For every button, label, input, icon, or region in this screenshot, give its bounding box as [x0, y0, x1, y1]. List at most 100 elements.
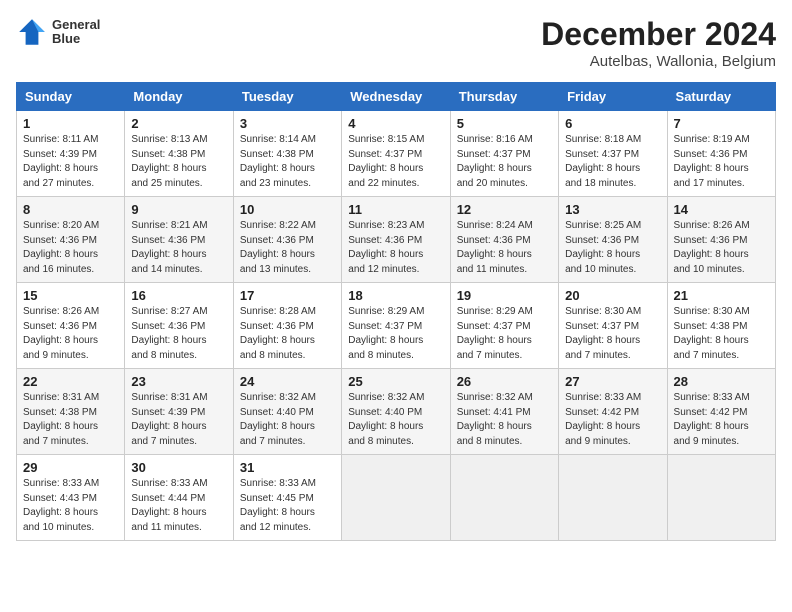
- calendar-cell: [559, 455, 667, 541]
- day-info: Sunrise: 8:14 AMSunset: 4:38 PMDaylight:…: [240, 133, 335, 191]
- calendar-cell: [342, 455, 450, 541]
- week-row-5: 29Sunrise: 8:33 AMSunset: 4:43 PMDayligh…: [17, 455, 776, 541]
- calendar-cell: 24 Sunrise: 8:32 AMSunset: 4:40 PMDayligh…: [233, 369, 341, 455]
- day-info: Sunrise: 8:33 AMSunset: 4:43 PMDaylight:…: [23, 477, 118, 535]
- day-info: Sunrise: 8:19 AMSunset: 4:36 PMDaylight:…: [674, 133, 769, 191]
- day-info: Sunrise: 8:30 AMSunset: 4:37 PMDaylight:…: [565, 305, 660, 363]
- calendar-cell: 14 Sunrise: 8:26 AMSunset: 4:36 PMDayligh…: [667, 197, 775, 283]
- logo-icon: [16, 16, 48, 48]
- week-row-2: 8 Sunrise: 8:20 AMSunset: 4:36 PMDaylight…: [17, 197, 776, 283]
- day-info: Sunrise: 8:32 AMSunset: 4:40 PMDaylight:…: [348, 391, 443, 449]
- calendar-cell: 28Sunrise: 8:33 AMSunset: 4:42 PMDayligh…: [667, 369, 775, 455]
- day-info: Sunrise: 8:25 AMSunset: 4:36 PMDaylight:…: [565, 219, 660, 277]
- day-info: Sunrise: 8:32 AMSunset: 4:40 PMDaylight:…: [240, 391, 335, 449]
- day-number: 21: [674, 288, 769, 303]
- weekday-header-thursday: Thursday: [450, 83, 558, 111]
- day-info: Sunrise: 8:15 AMSunset: 4:37 PMDaylight:…: [348, 133, 443, 191]
- day-info: Sunrise: 8:32 AMSunset: 4:41 PMDaylight:…: [457, 391, 552, 449]
- day-number: 26: [457, 374, 552, 389]
- day-number: 30: [131, 460, 226, 475]
- day-number: 1: [23, 116, 118, 131]
- day-info: Sunrise: 8:20 AMSunset: 4:36 PMDaylight:…: [23, 219, 118, 277]
- day-number: 15: [23, 288, 118, 303]
- day-number: 8: [23, 202, 118, 217]
- calendar-cell: 3Sunrise: 8:14 AMSunset: 4:38 PMDaylight…: [233, 111, 341, 197]
- calendar-cell: 2Sunrise: 8:13 AMSunset: 4:38 PMDaylight…: [125, 111, 233, 197]
- calendar-cell: 21 Sunrise: 8:30 AMSunset: 4:38 PMDayligh…: [667, 283, 775, 369]
- calendar-cell: 10 Sunrise: 8:22 AMSunset: 4:36 PMDayligh…: [233, 197, 341, 283]
- day-number: 23: [131, 374, 226, 389]
- calendar-cell: 30 Sunrise: 8:33 AMSunset: 4:44 PMDayligh…: [125, 455, 233, 541]
- logo: General Blue: [16, 16, 100, 48]
- calendar-cell: 7 Sunrise: 8:19 AMSunset: 4:36 PMDaylight…: [667, 111, 775, 197]
- day-number: 16: [131, 288, 226, 303]
- day-number: 20: [565, 288, 660, 303]
- day-number: 24: [240, 374, 335, 389]
- calendar-cell: 13Sunrise: 8:25 AMSunset: 4:36 PMDayligh…: [559, 197, 667, 283]
- weekday-header-tuesday: Tuesday: [233, 83, 341, 111]
- day-info: Sunrise: 8:33 AMSunset: 4:42 PMDaylight:…: [565, 391, 660, 449]
- day-info: Sunrise: 8:30 AMSunset: 4:38 PMDaylight:…: [674, 305, 769, 363]
- day-number: 25: [348, 374, 443, 389]
- calendar-cell: 27 Sunrise: 8:33 AMSunset: 4:42 PMDayligh…: [559, 369, 667, 455]
- calendar-cell: 8 Sunrise: 8:20 AMSunset: 4:36 PMDaylight…: [17, 197, 125, 283]
- weekday-header-monday: Monday: [125, 83, 233, 111]
- day-info: Sunrise: 8:11 AMSunset: 4:39 PMDaylight:…: [23, 133, 118, 191]
- calendar-cell: 6 Sunrise: 8:18 AMSunset: 4:37 PMDaylight…: [559, 111, 667, 197]
- calendar-cell: 26 Sunrise: 8:32 AMSunset: 4:41 PMDayligh…: [450, 369, 558, 455]
- calendar-cell: 22 Sunrise: 8:31 AMSunset: 4:38 PMDayligh…: [17, 369, 125, 455]
- day-info: Sunrise: 8:16 AMSunset: 4:37 PMDaylight:…: [457, 133, 552, 191]
- day-info: Sunrise: 8:33 AMSunset: 4:45 PMDaylight:…: [240, 477, 335, 535]
- day-number: 31: [240, 460, 335, 475]
- calendar-cell: 18 Sunrise: 8:29 AMSunset: 4:37 PMDayligh…: [342, 283, 450, 369]
- calendar-cell: 23 Sunrise: 8:31 AMSunset: 4:39 PMDayligh…: [125, 369, 233, 455]
- day-info: Sunrise: 8:22 AMSunset: 4:36 PMDaylight:…: [240, 219, 335, 277]
- calendar-cell: 1 Sunrise: 8:11 AMSunset: 4:39 PMDaylight…: [17, 111, 125, 197]
- page-header: General Blue December 2024 Autelbas, Wal…: [16, 16, 776, 70]
- day-info: Sunrise: 8:27 AMSunset: 4:36 PMDaylight:…: [131, 305, 226, 363]
- calendar-cell: 9Sunrise: 8:21 AMSunset: 4:36 PMDaylight…: [125, 197, 233, 283]
- day-info: Sunrise: 8:29 AMSunset: 4:37 PMDaylight:…: [348, 305, 443, 363]
- day-info: Sunrise: 8:18 AMSunset: 4:37 PMDaylight:…: [565, 133, 660, 191]
- day-number: 7: [674, 116, 769, 131]
- calendar-cell: [450, 455, 558, 541]
- calendar-cell: 11Sunrise: 8:23 AMSunset: 4:36 PMDayligh…: [342, 197, 450, 283]
- calendar-cell: 31 Sunrise: 8:33 AMSunset: 4:45 PMDayligh…: [233, 455, 341, 541]
- weekday-header-friday: Friday: [559, 83, 667, 111]
- day-number: 28: [674, 374, 769, 389]
- calendar-cell: 19Sunrise: 8:29 AMSunset: 4:37 PMDayligh…: [450, 283, 558, 369]
- calendar-table: SundayMondayTuesdayWednesdayThursdayFrid…: [16, 82, 776, 541]
- week-row-1: 1 Sunrise: 8:11 AMSunset: 4:39 PMDaylight…: [17, 111, 776, 197]
- calendar-cell: 17 Sunrise: 8:28 AMSunset: 4:36 PMDayligh…: [233, 283, 341, 369]
- day-number: 17: [240, 288, 335, 303]
- day-info: Sunrise: 8:31 AMSunset: 4:38 PMDaylight:…: [23, 391, 118, 449]
- day-number: 12: [457, 202, 552, 217]
- calendar-cell: 5Sunrise: 8:16 AMSunset: 4:37 PMDaylight…: [450, 111, 558, 197]
- weekday-header-row: SundayMondayTuesdayWednesdayThursdayFrid…: [17, 83, 776, 111]
- day-number: 4: [348, 116, 443, 131]
- calendar-cell: [667, 455, 775, 541]
- calendar-cell: 25 Sunrise: 8:32 AMSunset: 4:40 PMDayligh…: [342, 369, 450, 455]
- location: Autelbas, Wallonia, Belgium: [541, 53, 776, 70]
- day-number: 10: [240, 202, 335, 217]
- day-info: Sunrise: 8:24 AMSunset: 4:36 PMDaylight:…: [457, 219, 552, 277]
- day-number: 11: [348, 202, 443, 217]
- day-info: Sunrise: 8:29 AMSunset: 4:37 PMDaylight:…: [457, 305, 552, 363]
- day-info: Sunrise: 8:13 AMSunset: 4:38 PMDaylight:…: [131, 133, 226, 191]
- week-row-3: 15Sunrise: 8:26 AMSunset: 4:36 PMDayligh…: [17, 283, 776, 369]
- day-info: Sunrise: 8:21 AMSunset: 4:36 PMDaylight:…: [131, 219, 226, 277]
- day-number: 27: [565, 374, 660, 389]
- day-number: 18: [348, 288, 443, 303]
- calendar-cell: 29Sunrise: 8:33 AMSunset: 4:43 PMDayligh…: [17, 455, 125, 541]
- day-number: 14: [674, 202, 769, 217]
- logo-text: General Blue: [52, 18, 100, 47]
- day-info: Sunrise: 8:33 AMSunset: 4:44 PMDaylight:…: [131, 477, 226, 535]
- day-number: 6: [565, 116, 660, 131]
- day-number: 22: [23, 374, 118, 389]
- day-info: Sunrise: 8:31 AMSunset: 4:39 PMDaylight:…: [131, 391, 226, 449]
- day-info: Sunrise: 8:26 AMSunset: 4:36 PMDaylight:…: [674, 219, 769, 277]
- day-info: Sunrise: 8:28 AMSunset: 4:36 PMDaylight:…: [240, 305, 335, 363]
- calendar-cell: 20 Sunrise: 8:30 AMSunset: 4:37 PMDayligh…: [559, 283, 667, 369]
- calendar-cell: 15Sunrise: 8:26 AMSunset: 4:36 PMDayligh…: [17, 283, 125, 369]
- title-block: December 2024 Autelbas, Wallonia, Belgiu…: [541, 16, 776, 70]
